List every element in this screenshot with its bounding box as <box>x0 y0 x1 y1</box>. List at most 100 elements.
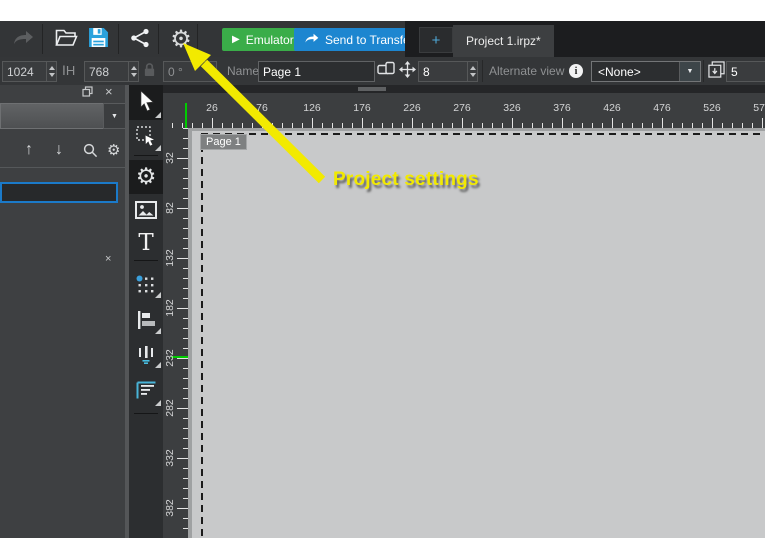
h-ruler-major-tick <box>562 118 563 128</box>
rotation-field[interactable] <box>163 61 217 82</box>
h-ruler-major-tick <box>362 118 363 128</box>
h-ruler-major-tick <box>212 118 213 128</box>
page-surface[interactable] <box>192 131 765 538</box>
toolbar-separator <box>42 24 43 54</box>
text-tool-button[interactable]: T <box>129 230 163 256</box>
select-tool-button[interactable] <box>129 85 163 120</box>
h-ruler-label: 176 <box>353 102 371 114</box>
h-ruler-major-tick <box>412 118 413 128</box>
h-ruler-label: 326 <box>503 102 521 114</box>
page-name-input[interactable] <box>259 64 374 79</box>
toolbar-separator <box>703 60 704 82</box>
gear-icon: ⚙ <box>170 25 192 53</box>
send-arrow-icon <box>304 33 319 47</box>
image-tool-button[interactable] <box>129 198 163 224</box>
close-icon[interactable]: × <box>105 85 113 99</box>
v-ruler-label: 332 <box>164 449 176 467</box>
open-project-button[interactable] <box>51 21 81 57</box>
info-icon[interactable]: i <box>569 64 583 78</box>
tool-separator <box>134 155 158 156</box>
close-icon[interactable]: × <box>105 252 111 266</box>
h-ruler-label: 76 <box>256 102 268 114</box>
object-settings-tool-button[interactable]: ⚙ <box>129 160 163 194</box>
toolbar-separator <box>158 24 159 54</box>
new-project-tab-button[interactable]: + <box>419 27 453 53</box>
grid-tool-button[interactable] <box>129 272 163 300</box>
h-ruler-label: 276 <box>453 102 471 114</box>
save-project-button[interactable] <box>83 21 113 57</box>
v-ruler-label: 132 <box>164 249 176 267</box>
alternate-view-dropdown[interactable]: <None> ▼ <box>591 61 701 82</box>
annotation-text: Project settings <box>333 169 479 190</box>
grid-step-spinner[interactable] <box>467 62 477 81</box>
v-ruler-major-tick <box>177 258 188 259</box>
page-width-input[interactable] <box>3 64 47 79</box>
v-ruler-major-tick <box>177 158 188 159</box>
move-arrows-icon <box>398 61 416 81</box>
emulator-button[interactable]: ▶ Emulator <box>222 28 304 51</box>
grid-move-step-button[interactable] <box>397 57 417 85</box>
h-ruler-label: 526 <box>703 102 721 114</box>
float-panel-icon[interactable] <box>82 86 93 100</box>
height-spinner[interactable] <box>128 62 138 81</box>
text-align-icon <box>136 381 157 403</box>
move-down-button[interactable]: ↓ <box>55 137 63 163</box>
ruler-origin-marker <box>185 103 187 128</box>
zoom-select-tool-button[interactable] <box>129 122 163 153</box>
toolbar-separator <box>118 24 119 54</box>
text-align-tool-button[interactable] <box>129 376 163 408</box>
application-window: ⚙ ▶ Emulator Send to Transfer + Project … <box>0 0 765 538</box>
rotation-input[interactable] <box>164 64 216 79</box>
project-settings-button[interactable]: ⚙ <box>165 21 197 57</box>
project-tab[interactable]: Project 1.irpz* <box>453 25 554 57</box>
redo-button[interactable] <box>8 21 38 57</box>
lock-ratio-button[interactable] <box>140 57 158 85</box>
page-height-field[interactable] <box>84 61 139 82</box>
duplicate-pages-button[interactable] <box>706 57 726 85</box>
share-export-button[interactable] <box>125 21 155 57</box>
toolbar-separator <box>197 24 198 54</box>
page-copies-field[interactable] <box>726 61 765 82</box>
scrollbar-thumb[interactable] <box>358 87 386 91</box>
page-copies-input[interactable] <box>727 64 765 79</box>
marquee-cursor-icon <box>136 126 156 149</box>
page-properties-bar: ⅠH Name <box>0 57 765 86</box>
page-width-field[interactable] <box>2 61 57 82</box>
selected-item[interactable] <box>0 182 118 203</box>
play-icon: ▶ <box>232 33 240 45</box>
h-ruler-major-tick <box>612 118 613 128</box>
search-icon[interactable] <box>83 137 98 163</box>
grid-step-field[interactable] <box>418 61 478 82</box>
h-ruler-major-tick <box>712 118 713 128</box>
folder-icon <box>54 28 78 50</box>
horizontal-scrollbar[interactable] <box>163 85 765 93</box>
cursor-icon <box>137 90 156 115</box>
v-ruler-major-tick <box>177 508 188 509</box>
distribute-tool-button[interactable] <box>129 340 163 370</box>
emulator-button-label: Emulator <box>245 32 294 47</box>
name-label: Name <box>227 64 260 78</box>
grid-step-input[interactable] <box>419 64 468 79</box>
project-tab-bar: + Project 1.irpz* <box>405 21 765 57</box>
v-ruler-label: 232 <box>164 349 176 367</box>
h-ruler-label: 476 <box>653 102 671 114</box>
width-spinner[interactable] <box>46 62 56 81</box>
duplicate-icon <box>707 61 725 81</box>
gear-icon[interactable]: ⚙ <box>107 137 120 163</box>
page-boundary-dashed-left <box>201 133 203 538</box>
page-name-field[interactable] <box>258 61 375 82</box>
toolbar-separator <box>482 60 483 82</box>
project-tab-title: Project 1.irpz* <box>466 34 541 48</box>
chevron-down-icon[interactable]: ▼ <box>679 62 700 81</box>
h-ruler-label: 26 <box>206 102 218 114</box>
align-tool-button[interactable] <box>129 306 163 336</box>
page-height-input[interactable] <box>85 64 129 79</box>
h-ruler-major-tick <box>512 118 513 128</box>
move-up-button[interactable]: ↑ <box>25 137 33 163</box>
h-ruler-major-tick <box>262 118 263 128</box>
workspace: × ▼ ↑ ↓ ⚙ × ⚙ T 26 76 126 176 226 276 32… <box>0 85 765 538</box>
orientation-button[interactable] <box>376 57 398 85</box>
chevron-down-icon[interactable]: ▼ <box>103 103 126 129</box>
text-tool-icon: T <box>138 230 154 256</box>
panel-dropdown[interactable]: ▼ <box>0 103 126 129</box>
